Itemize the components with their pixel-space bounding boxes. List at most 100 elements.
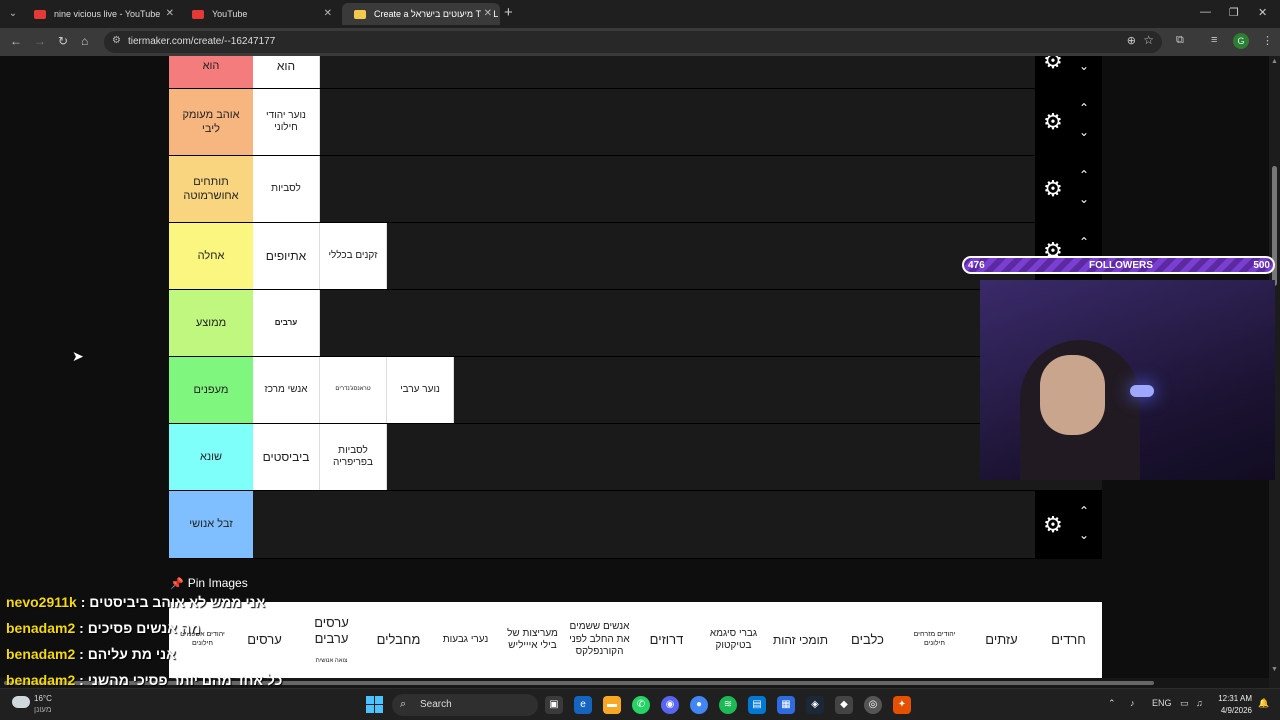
microphone-icon[interactable]: ♪ xyxy=(1130,698,1135,708)
tier-label[interactable]: ממוצע xyxy=(169,290,253,356)
chevron-down-icon[interactable]: ⌄ xyxy=(1076,192,1092,206)
bank-image-item[interactable]: יהודים מזרחים חילונים xyxy=(901,602,968,678)
maximize-icon[interactable]: ❐ xyxy=(1229,6,1239,19)
new-tab-button[interactable]: + xyxy=(504,4,513,21)
bank-image-item[interactable]: תומכי זהות xyxy=(767,602,834,678)
tab-search-button[interactable]: ⌄ xyxy=(4,5,22,23)
edge-icon[interactable]: e xyxy=(574,696,592,714)
gear-icon[interactable]: ⚙ xyxy=(1041,513,1065,537)
reading-list-icon[interactable]: ≡ xyxy=(1211,34,1217,46)
tab-youtube[interactable]: YouTube ✕ xyxy=(180,3,340,25)
notification-bell-icon[interactable]: 🔔 xyxy=(1258,698,1269,709)
discord-icon[interactable]: ◉ xyxy=(661,696,679,714)
taskbar-search[interactable]: ⌕ Search xyxy=(392,694,538,716)
taskbar-clock[interactable]: 12:31 AM 4/9/2026 xyxy=(1212,693,1252,717)
tier-image-item[interactable]: הוא xyxy=(253,56,320,88)
tier-label[interactable]: תותחים אחושרמוטה xyxy=(169,156,253,222)
chevron-down-icon[interactable]: ⌄ xyxy=(1076,528,1092,542)
chevron-down-icon[interactable]: ⌄ xyxy=(1076,125,1092,139)
close-icon[interactable]: ✕ xyxy=(166,3,174,25)
scroll-up-icon[interactable]: ▲ xyxy=(1271,58,1278,65)
volume-icon[interactable]: ♫ xyxy=(1196,698,1203,708)
zoom-icon[interactable]: ⊕ xyxy=(1127,34,1136,47)
tier-label[interactable]: שונא xyxy=(169,424,253,490)
chevron-up-icon[interactable]: ⌃ xyxy=(1076,168,1092,182)
gear-icon[interactable]: ⚙ xyxy=(1041,177,1065,201)
bank-image-item[interactable]: ערסים ערבים צואה אנושית xyxy=(298,602,365,678)
tier-label[interactable]: זבל אנושי xyxy=(169,491,253,558)
bank-image-item[interactable]: גברי סיגמא בטיקטוק xyxy=(700,602,767,678)
back-icon[interactable]: ← xyxy=(10,34,22,48)
tier-image-item[interactable]: לסביות xyxy=(253,156,320,222)
site-info-icon[interactable]: ⚙ xyxy=(112,35,121,46)
minimize-icon[interactable]: — xyxy=(1200,6,1211,18)
tier-image-item[interactable]: ביביסטים xyxy=(253,424,320,490)
tier-controls: ⚙ ⌃ ⌄ xyxy=(1035,89,1102,155)
bank-image-item[interactable]: אנשים ששמים את החלב לפני הקורנפלקס xyxy=(566,602,633,678)
gear-icon[interactable]: ⚙ xyxy=(1041,110,1065,134)
chevron-up-icon[interactable]: ⌃ xyxy=(1076,504,1092,518)
home-icon[interactable]: ⌂ xyxy=(81,34,88,48)
avatar[interactable]: G xyxy=(1233,33,1249,49)
tier-label[interactable]: אוהב מעומק ליבי xyxy=(169,89,253,155)
network-icon[interactable]: ▭ xyxy=(1180,698,1189,709)
chevron-up-icon[interactable]: ⌃ xyxy=(1108,698,1116,709)
bank-image-item[interactable]: מחבלים xyxy=(365,602,432,678)
bookmark-star-icon[interactable]: ☆ xyxy=(1143,33,1154,47)
tier-image-item[interactable]: נוער ערבי xyxy=(387,357,454,423)
file-explorer-icon[interactable]: ▬ xyxy=(603,696,621,714)
task-view-icon[interactable]: ▣ xyxy=(545,696,563,714)
chrome-icon[interactable]: ● xyxy=(690,696,708,714)
fl-studio-icon[interactable]: ✦ xyxy=(893,696,911,714)
start-button[interactable] xyxy=(366,696,383,713)
bank-image-item[interactable]: דרוזים xyxy=(633,602,700,678)
tier-label[interactable]: אחלה xyxy=(169,223,253,289)
chevron-up-icon[interactable]: ⌃ xyxy=(1076,235,1092,249)
chevron-down-icon[interactable]: ⌄ xyxy=(1076,59,1092,73)
bank-image-item[interactable]: ערסים xyxy=(231,602,298,678)
bank-image-item[interactable]: נערי גבעות xyxy=(432,602,499,678)
address-bar[interactable]: ⚙ tiermaker.com/create/--16247177 ⊕ ☆ xyxy=(104,31,1162,53)
chat-username: benadam2 xyxy=(6,646,76,662)
notepad-icon[interactable]: ▦ xyxy=(777,696,795,714)
reload-icon[interactable]: ↻ xyxy=(58,34,68,48)
extensions-icon[interactable]: ⧉ xyxy=(1176,34,1184,47)
tier-image-item[interactable]: ערבים xyxy=(253,290,320,356)
obs-icon[interactable]: ◎ xyxy=(864,696,882,714)
tier-image-item[interactable]: אתיופים xyxy=(253,223,320,289)
search-placeholder: Search xyxy=(420,699,452,710)
bank-image-item[interactable]: יהודים אשכנזים חילונים xyxy=(169,602,236,678)
tab-tiermaker[interactable]: Create a מיעוטים בישראל Tier L ✕ xyxy=(342,3,500,25)
scroll-down-icon[interactable]: ▼ xyxy=(1271,666,1278,673)
language-indicator[interactable]: ENG xyxy=(1152,698,1172,708)
spotify-icon[interactable]: ≋ xyxy=(719,696,737,714)
tab-nine-vicious[interactable]: nine vicious live - YouTube ✕ xyxy=(22,3,182,25)
tier-image-item[interactable]: אנשי מרכז xyxy=(253,357,320,423)
steam-icon[interactable]: ◈ xyxy=(806,696,824,714)
app-icon[interactable]: ◆ xyxy=(835,696,853,714)
url-text[interactable]: tiermaker.com/create/--16247177 xyxy=(128,36,275,47)
webcam-overlay xyxy=(980,280,1275,480)
tier-image-item[interactable]: לסביות בפריפריה xyxy=(320,424,387,490)
gear-icon[interactable]: ⚙ xyxy=(1041,56,1065,73)
forward-icon[interactable]: → xyxy=(34,34,46,48)
tier-image-item[interactable]: זקנים בכללי xyxy=(320,223,387,289)
photos-icon[interactable]: ▤ xyxy=(748,696,766,714)
tier-image-item[interactable]: טראנסג'נדרים xyxy=(320,357,387,423)
bank-image-item[interactable]: כלבים xyxy=(834,602,901,678)
pin-images-toggle[interactable]: 📌 Pin Images xyxy=(170,576,248,590)
tier-label[interactable]: הוא xyxy=(169,56,253,88)
whatsapp-icon[interactable]: ✆ xyxy=(632,696,650,714)
cloud-icon xyxy=(12,696,30,708)
bank-image-item[interactable]: עזתים xyxy=(968,602,1035,678)
chevron-up-icon[interactable]: ⌃ xyxy=(1076,101,1092,115)
bank-image-item[interactable]: מעריצות של בילי איייליש xyxy=(499,602,566,678)
tier-image-item[interactable]: נוער יהודי חילוני xyxy=(253,89,320,155)
close-window-icon[interactable]: ✕ xyxy=(1258,6,1267,19)
more-menu-icon[interactable]: ⋮ xyxy=(1262,34,1273,47)
tier-items: הוא xyxy=(253,56,320,88)
tier-label[interactable]: מעפנים xyxy=(169,357,253,423)
close-icon[interactable]: ✕ xyxy=(324,3,332,25)
close-icon[interactable]: ✕ xyxy=(480,3,492,25)
bank-image-item[interactable]: חרדים xyxy=(1035,602,1102,678)
